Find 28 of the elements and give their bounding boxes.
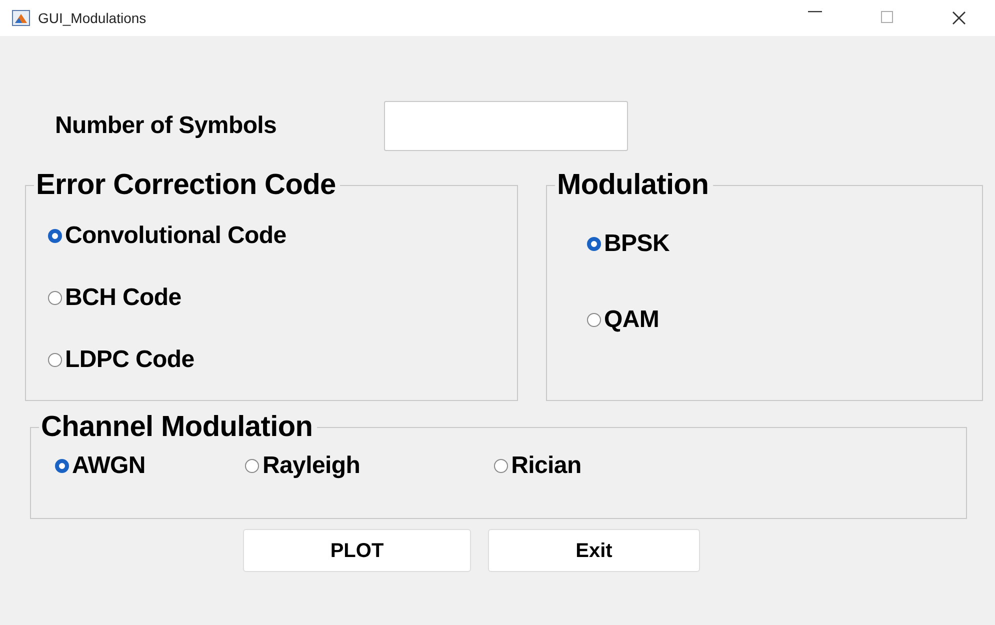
radio-label[interactable]: BPSK	[604, 226, 670, 262]
radio-label[interactable]: LDPC Code	[65, 342, 194, 378]
radio-button[interactable]	[55, 459, 69, 473]
minimize-icon[interactable]	[808, 11, 822, 13]
radio-button[interactable]	[48, 229, 62, 243]
close-icon[interactable]	[952, 11, 966, 25]
radio-button[interactable]	[587, 313, 601, 327]
radio-label[interactable]: Rician	[511, 448, 582, 484]
radio-label[interactable]: AWGN	[72, 448, 146, 484]
maximize-icon[interactable]	[881, 11, 893, 23]
group-title: Modulation	[556, 171, 710, 200]
action-button[interactable]: PLOT	[243, 529, 471, 572]
field-label: Number of Symbols	[55, 111, 278, 141]
group-title: Channel Modulation	[40, 413, 314, 442]
radio-label[interactable]: QAM	[604, 302, 660, 338]
radio-button[interactable]	[245, 459, 260, 473]
input-field[interactable]	[384, 101, 628, 151]
window-title: GUI_Modulations	[38, 8, 146, 28]
radio-button[interactable]	[494, 459, 508, 473]
radio-button[interactable]	[48, 353, 62, 367]
radio-button[interactable]	[48, 291, 62, 305]
radio-label[interactable]: BCH Code	[65, 280, 182, 316]
group-title: Error Correction Code	[35, 171, 337, 200]
app-logo-icon	[12, 10, 30, 26]
radio-button[interactable]	[587, 237, 601, 251]
radio-label[interactable]: Rayleigh	[262, 448, 360, 484]
radio-label[interactable]: Convolutional Code	[65, 218, 286, 254]
action-button[interactable]: Exit	[488, 529, 700, 572]
